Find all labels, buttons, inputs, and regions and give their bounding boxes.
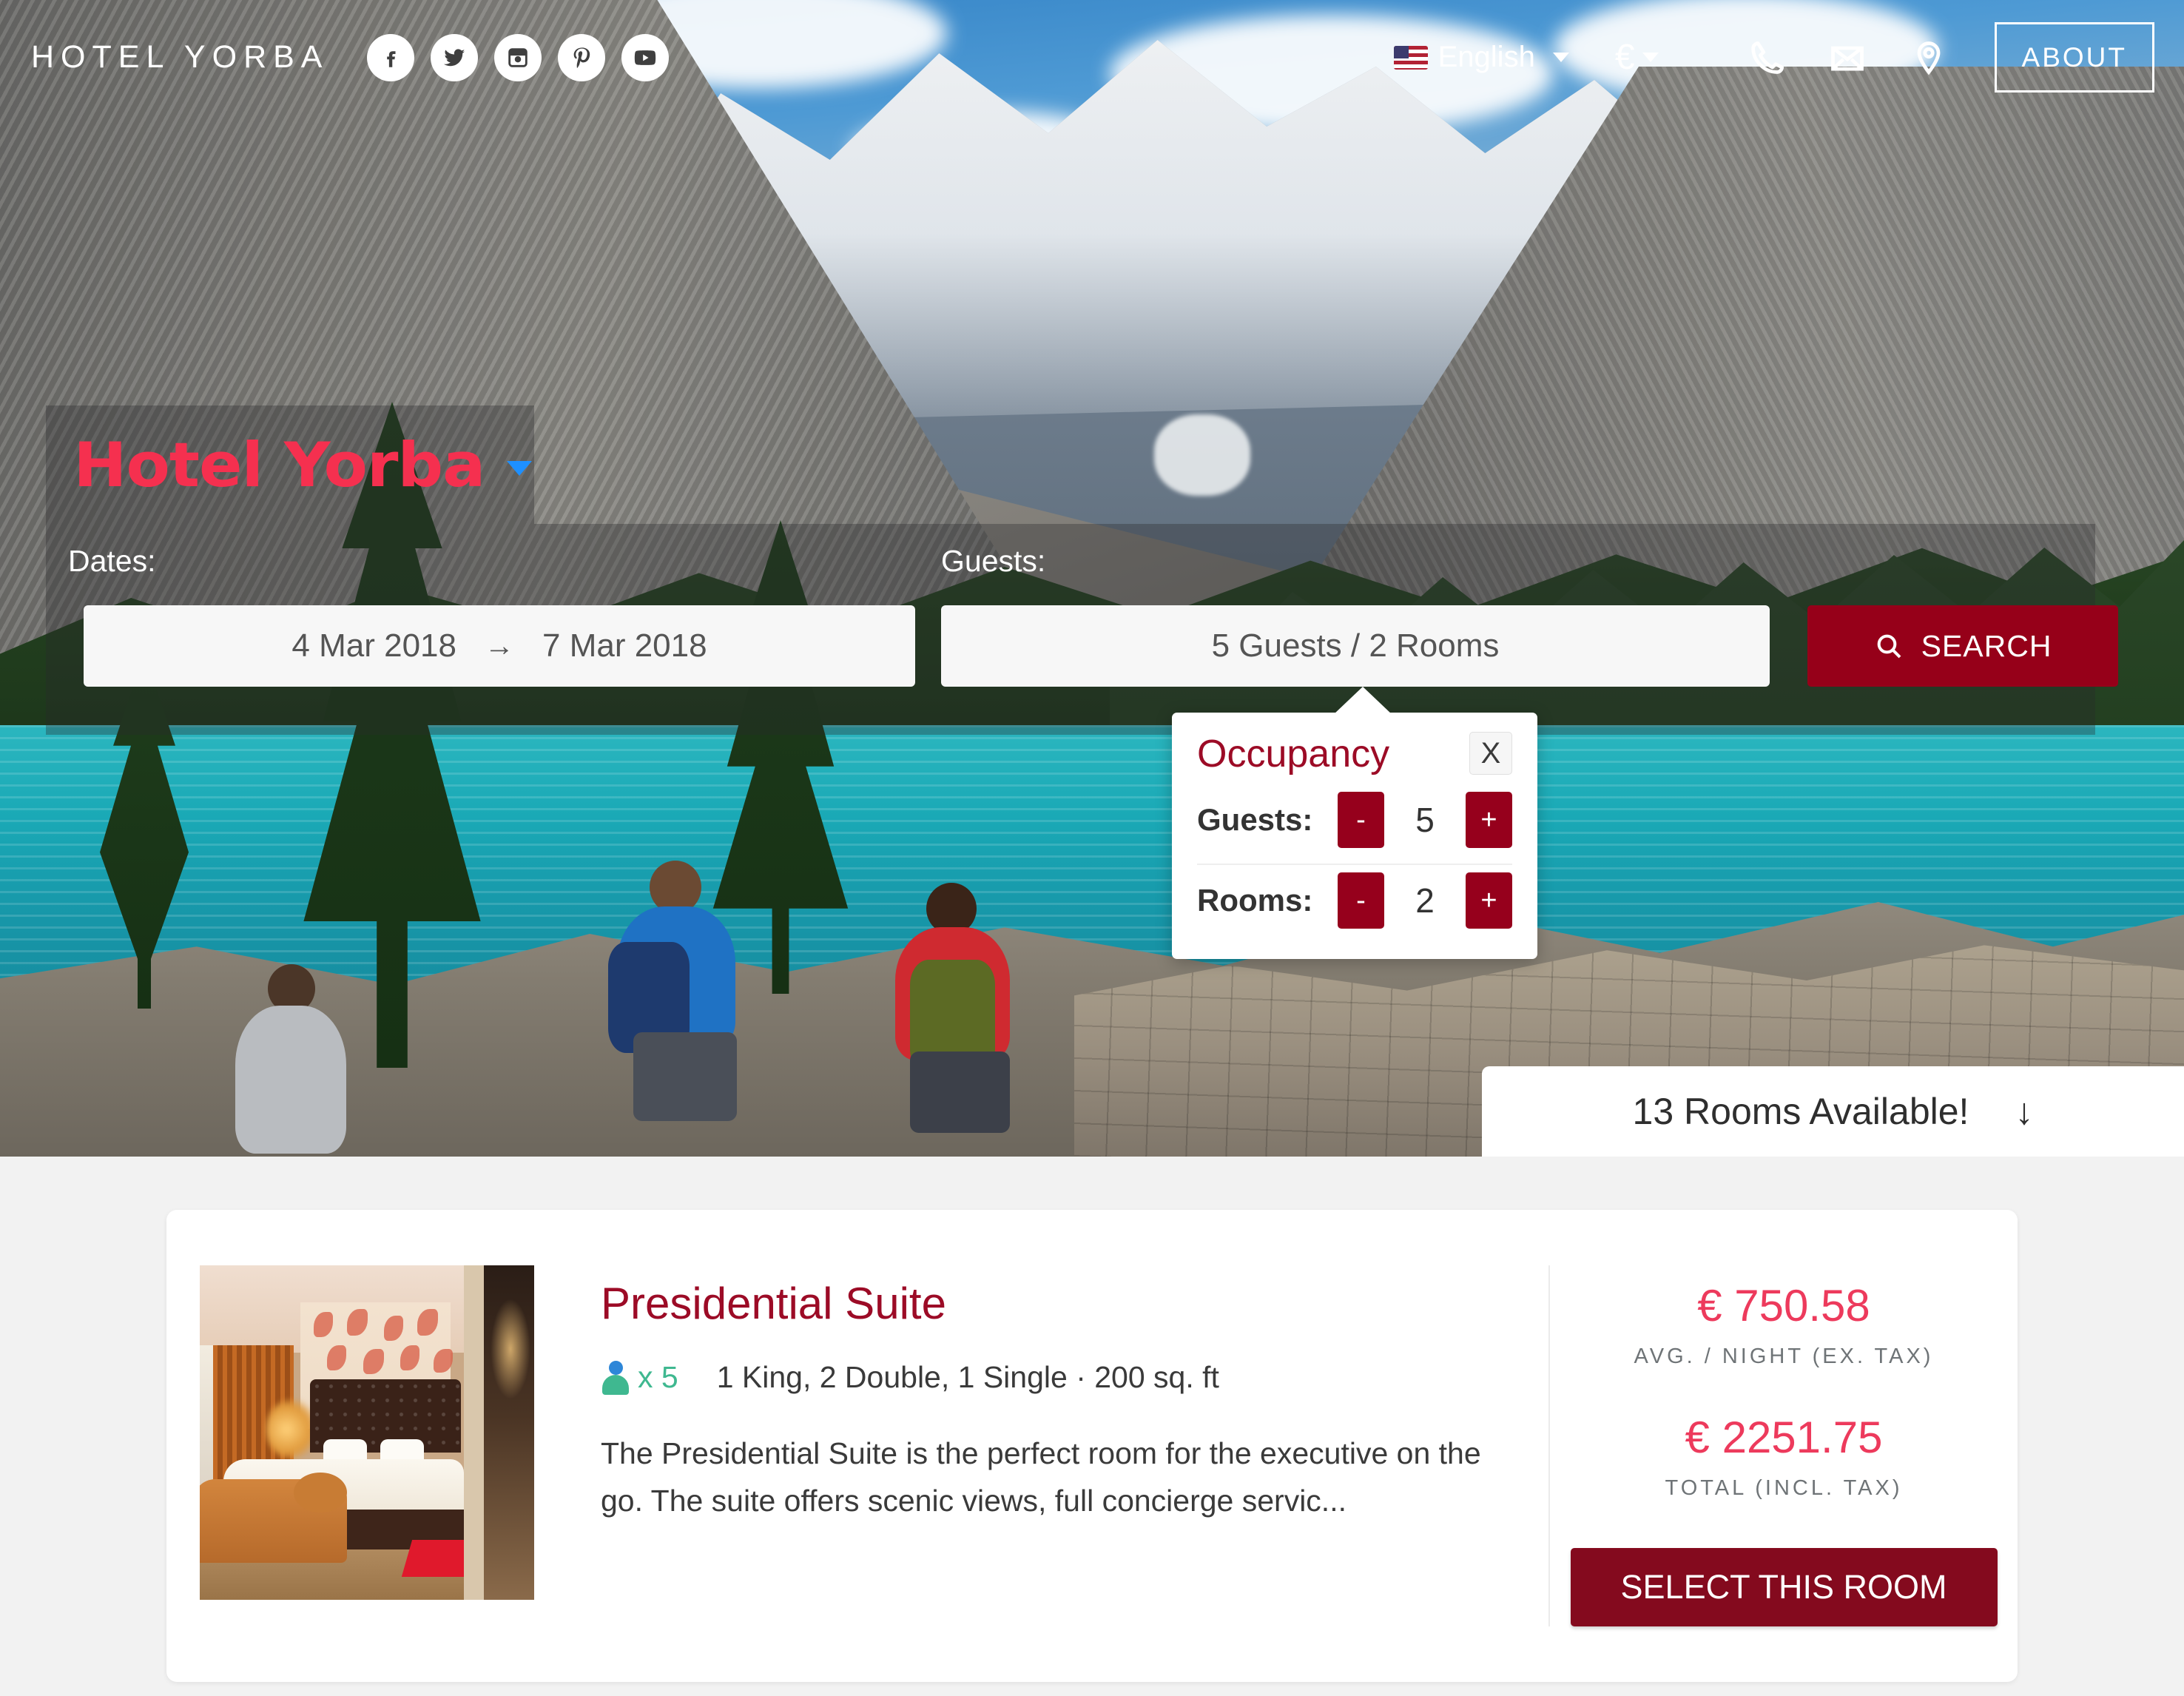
- twitter-icon[interactable]: [431, 33, 479, 81]
- language-selector[interactable]: English: [1393, 41, 1569, 74]
- check-in-date: 4 Mar 2018: [291, 627, 456, 664]
- person-red-jacket: [888, 883, 1036, 1133]
- guests-rooms-input[interactable]: 5 Guests / 2 Rooms: [941, 605, 1770, 687]
- room-details: Presidential Suite x 5 1 King, 2 Double,…: [534, 1210, 1548, 1682]
- close-icon[interactable]: X: [1469, 732, 1512, 775]
- guests-decrement-button[interactable]: -: [1338, 792, 1384, 848]
- language-label: English: [1438, 41, 1535, 73]
- occupancy-row-rooms: Rooms: - 2 +: [1197, 864, 1512, 936]
- room-title[interactable]: Presidential Suite: [601, 1278, 1548, 1329]
- snow-patch: [1154, 414, 1250, 496]
- about-button[interactable]: ABOUT: [1994, 22, 2154, 92]
- occupancy-row-guests: Guests: - 5 +: [1197, 784, 1512, 856]
- total-price: € 2251.75: [1685, 1413, 1883, 1462]
- hero-banner: HOTEL YORBA English € ABOUT Hotel Yorba …: [0, 0, 2184, 1157]
- search-button-label: SEARCH: [1921, 628, 2052, 663]
- hotel-logo-panel[interactable]: Hotel Yorba: [46, 406, 534, 524]
- room-thumbnail-image[interactable]: [200, 1265, 534, 1600]
- nav-right-cluster: English € ABOUT: [1393, 0, 2184, 115]
- rooms-increment-button[interactable]: +: [1466, 872, 1512, 929]
- room-meta: x 5 1 King, 2 Double, 1 Single · 200 sq.…: [601, 1360, 1548, 1395]
- instagram-icon[interactable]: [494, 33, 542, 81]
- check-out-date: 7 Mar 2018: [542, 627, 707, 664]
- select-room-button[interactable]: SELECT THIS ROOM: [1570, 1548, 1998, 1626]
- total-price-label: TOTAL (INCL. TAX): [1665, 1476, 1903, 1500]
- site-brand[interactable]: HOTEL YORBA: [31, 39, 328, 75]
- room-card: Presidential Suite x 5 1 King, 2 Double,…: [166, 1210, 2018, 1682]
- person-grey-hoodie: [222, 964, 370, 1157]
- currency-selector[interactable]: €: [1615, 37, 1659, 78]
- scroll-down-arrow-icon[interactable]: ↓: [2015, 1090, 2033, 1133]
- us-flag-icon: [1393, 45, 1428, 70]
- occupancy-popup: Occupancy X Guests: - 5 + Rooms: - 2 +: [1172, 713, 1537, 959]
- youtube-icon[interactable]: [621, 33, 670, 81]
- person-photographer: [607, 861, 762, 1121]
- person-icon: [601, 1360, 630, 1395]
- hotel-logo-text: Hotel Yorba: [73, 428, 485, 501]
- results-section: Presidential Suite x 5 1 King, 2 Double,…: [0, 1157, 2184, 1696]
- guests-count-value: 5: [1415, 801, 1435, 839]
- mail-icon[interactable]: [1807, 38, 1888, 77]
- rooms-decrement-button[interactable]: -: [1338, 872, 1384, 929]
- room-pricing-panel: € 750.58 AVG. / NIGHT (EX. TAX) € 2251.7…: [1548, 1265, 2018, 1626]
- chevron-down-icon[interactable]: [506, 461, 532, 476]
- availability-bar[interactable]: 13 Rooms Available! ↓: [1482, 1066, 2184, 1157]
- avg-night-price: € 750.58: [1697, 1281, 1870, 1330]
- social-links: [367, 33, 670, 81]
- currency-symbol: €: [1614, 38, 1635, 77]
- rooms-row-label: Rooms:: [1197, 883, 1313, 918]
- facebook-icon[interactable]: [367, 33, 415, 81]
- dates-label: Dates:: [68, 544, 156, 578]
- guests-row-label: Guests:: [1197, 802, 1313, 837]
- chevron-down-icon: [1552, 53, 1569, 62]
- date-range-input[interactable]: 4 Mar 2018 → 7 Mar 2018: [84, 605, 915, 687]
- occupancy-popup-pointer: [1333, 687, 1392, 715]
- top-navigation-bar: HOTEL YORBA English € ABOUT: [0, 0, 2184, 115]
- search-button[interactable]: SEARCH: [1807, 605, 2118, 687]
- occupancy-title: Occupancy: [1197, 733, 1390, 775]
- chevron-down-icon: [1642, 53, 1659, 62]
- phone-icon[interactable]: [1725, 38, 1807, 77]
- avg-night-price-label: AVG. / NIGHT (EX. TAX): [1634, 1345, 1934, 1368]
- location-pin-icon[interactable]: [1888, 38, 1969, 77]
- availability-text: 13 Rooms Available!: [1632, 1091, 1969, 1132]
- pinterest-icon[interactable]: [558, 33, 606, 81]
- magnifier-icon: [1877, 634, 1901, 659]
- rooms-count-value: 2: [1415, 881, 1435, 920]
- occupancy-header: Occupancy X: [1197, 732, 1512, 776]
- guests-increment-button[interactable]: +: [1466, 792, 1512, 848]
- guests-label: Guests:: [941, 544, 1046, 578]
- room-description: The Presidential Suite is the perfect ro…: [601, 1436, 1481, 1518]
- room-guest-capacity: x 5: [638, 1360, 678, 1394]
- date-arrow-icon: →: [485, 629, 514, 662]
- room-bed-specs: 1 King, 2 Double, 1 Single · 200 sq. ft: [716, 1360, 1219, 1394]
